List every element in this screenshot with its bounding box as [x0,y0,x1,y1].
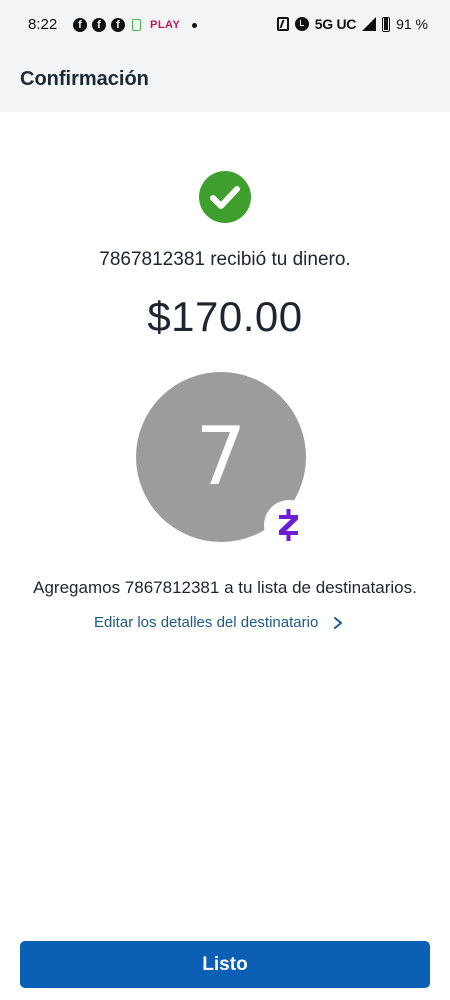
status-bar: 8:22 f f f PLAY 5G UC 91 % [0,0,450,48]
added-recipient-message: Agregamos 7867812381 a tu lista de desti… [33,578,417,597]
amount-sent: $170.00 [147,293,303,340]
edit-recipient-link[interactable]: Editar los detalles del destinatario [94,614,344,631]
check-circle-icon [199,171,251,223]
app-bar: Confirmación [0,48,450,112]
battery-text: 91 % [396,16,428,32]
battery-icon [382,16,391,32]
nfc-icon [276,17,289,31]
facebook-icon: f [73,18,87,32]
facebook-icon: f [92,18,106,32]
received-message: 7867812381 recibió tu dinero. [99,249,351,270]
network-label: 5G UC [314,16,357,32]
done-button[interactable]: Listo [20,941,430,988]
alarm-icon [294,17,309,31]
status-time: 8:22 [28,16,58,33]
notification-icons: f f f PLAY [73,17,198,33]
chevron-right-icon [334,616,343,629]
system-icons: 5G UC 91 % [276,14,428,34]
avatar-initial: 7 [195,410,247,503]
edit-recipient-label: Editar los detalles del destinatario [94,614,319,631]
play-badge-text: PLAY [150,18,181,31]
page-title: Confirmación [20,68,149,90]
play-badge-icon: PLAY [150,18,181,31]
signal-icon [362,17,377,31]
zelle-logo-icon [264,500,314,550]
dot-icon [192,22,198,28]
battery-level [384,17,389,30]
message-icon [132,19,141,31]
facebook-icon: f [111,18,125,32]
done-button-label: Listo [202,953,248,975]
